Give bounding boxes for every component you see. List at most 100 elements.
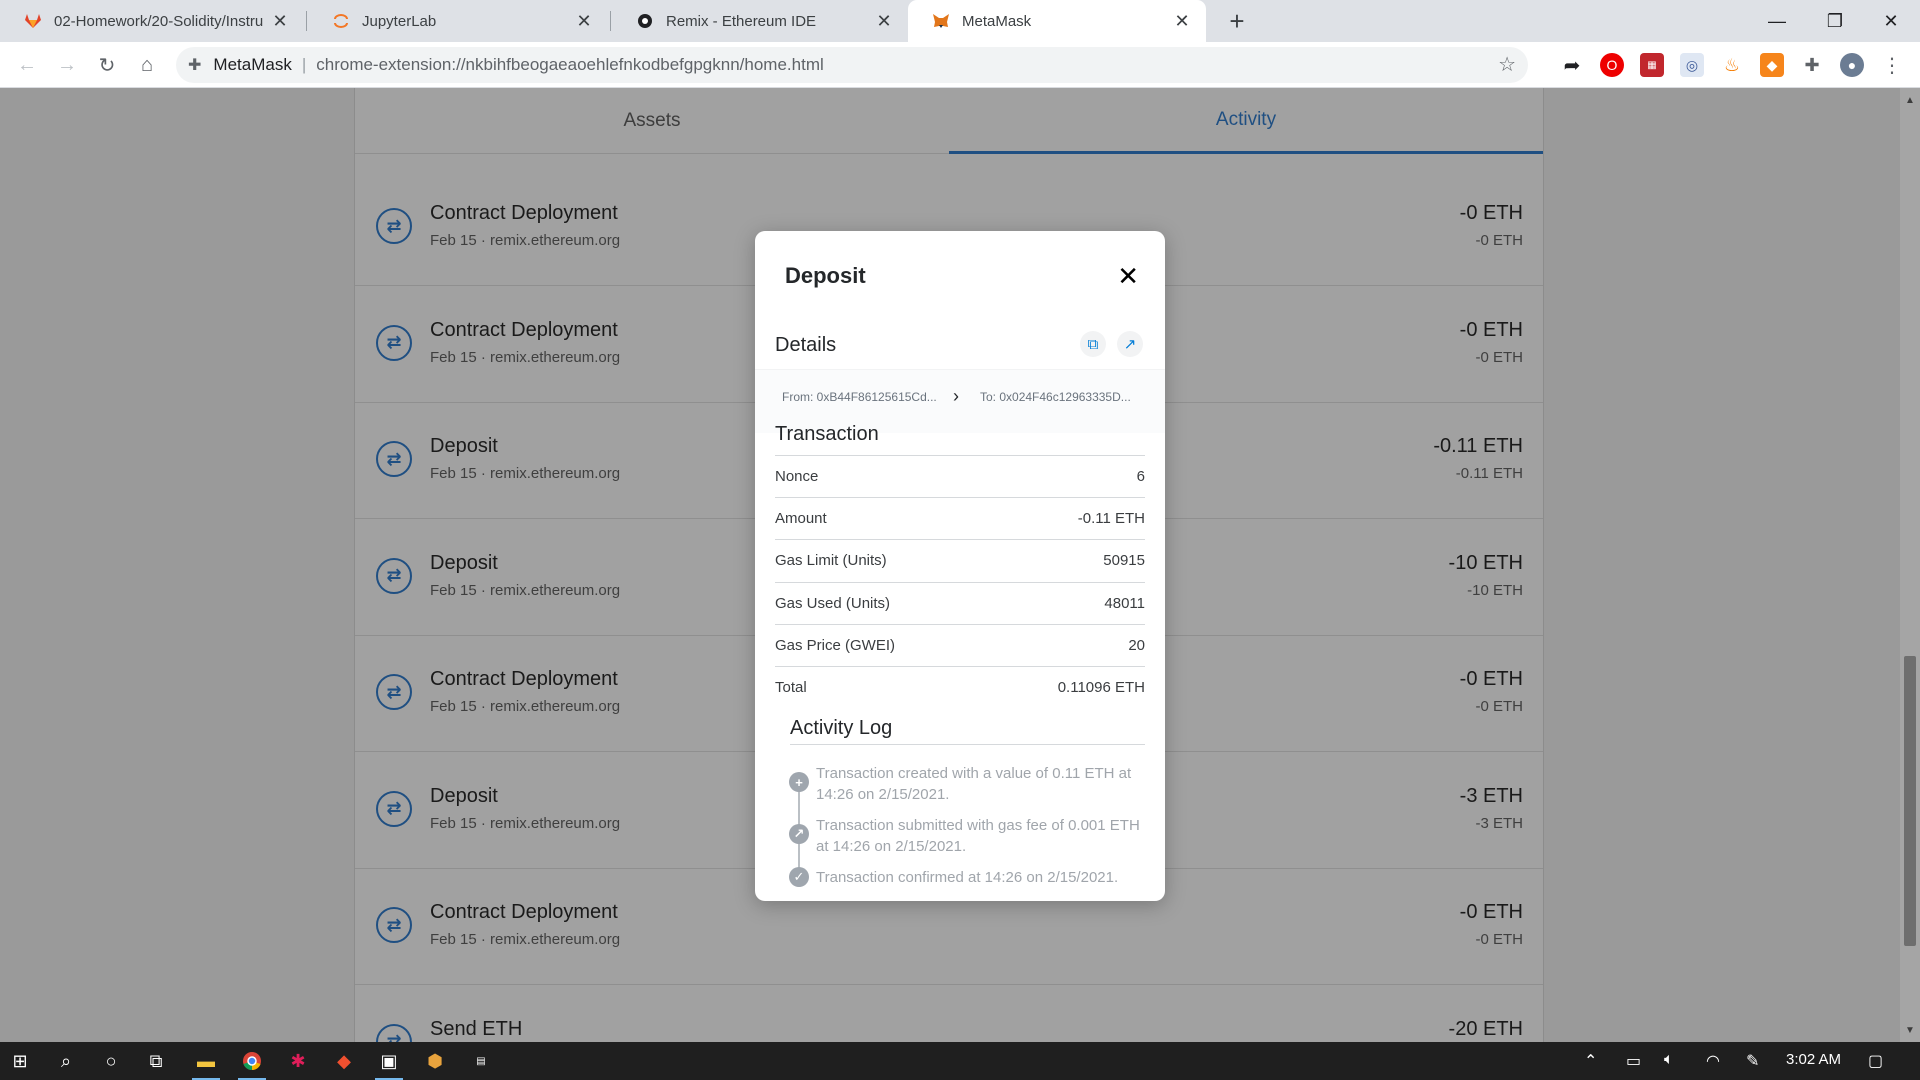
to-address[interactable]: To: 0x024F46c12963335D... [980, 390, 1131, 404]
detail-label: Amount [775, 510, 827, 528]
file-explorer-icon[interactable]: ▬ [188, 1047, 224, 1080]
search-icon[interactable]: ⌕ [48, 1047, 84, 1075]
transaction-date: Feb 15 [430, 348, 477, 366]
transaction-secondary-amount: -0.11 ETH [1455, 465, 1523, 482]
transaction-amount: -0 ETH [1459, 318, 1523, 341]
activity-log-entry: Transaction submitted with gas fee of 0.… [816, 817, 1140, 855]
notifications-icon[interactable]: ▢ [1868, 1051, 1883, 1071]
flame-icon[interactable]: ♨ [1720, 53, 1744, 77]
transaction-title: Deposit [430, 551, 498, 574]
address-divider: | [301, 55, 307, 74]
reload-button[interactable]: ↻ [92, 50, 122, 80]
transaction-amount: -0.11 ETH [1433, 435, 1523, 457]
detail-value: 6 [1136, 468, 1145, 485]
windows-start-icon[interactable]: ⊞ [2, 1047, 38, 1075]
copy-icon[interactable]: ⧉ [1080, 331, 1106, 357]
transaction-date: Feb 15 [430, 465, 477, 482]
external-link-icon[interactable]: ↗ [1117, 331, 1143, 357]
tab-assets[interactable]: Assets [355, 88, 949, 154]
close-tab-icon[interactable]: ✕ [574, 11, 594, 31]
close-tab-icon[interactable]: ✕ [270, 11, 290, 31]
show-hidden-icons-chevron-icon[interactable]: ⌃ [1584, 1051, 1597, 1071]
from-address[interactable]: From: 0xB44F86125615Cd... [782, 390, 937, 404]
details-heading: Details [775, 334, 837, 356]
taskbar-clock[interactable]: 3:02 AM [1786, 1051, 1841, 1068]
extension-owl-icon[interactable]: ◎ [1680, 53, 1704, 77]
transaction-amount: -20 ETH [1448, 1017, 1523, 1040]
page-scrollbar[interactable]: ▲ ▼ [1900, 88, 1920, 1042]
transaction-swap-icon: ⇄ [376, 907, 412, 943]
slack-icon[interactable]: ✱ [280, 1047, 316, 1075]
address-url: chrome-extension://nkbihfbeogaeaoehlefnk… [316, 55, 824, 74]
close-tab-icon[interactable]: ✕ [874, 11, 894, 31]
git-icon[interactable]: ◆ [326, 1047, 362, 1075]
transaction-origin: remix.ethereum.org [490, 348, 621, 366]
gitlab-icon [25, 14, 41, 28]
extension-red-icon[interactable]: ▦ [1640, 53, 1664, 77]
detail-row: Nonce 6 [775, 455, 1145, 497]
pen-icon[interactable]: ✎ [1746, 1051, 1759, 1071]
chrome-icon[interactable] [234, 1047, 270, 1080]
transaction-heading: Transaction [775, 423, 879, 445]
confirmed-check-icon: ✓ [789, 867, 809, 887]
minimize-button[interactable]: — [1748, 0, 1806, 42]
opera-icon[interactable]: O [1600, 53, 1624, 77]
metamask-extension-icon[interactable]: ◆ [1760, 53, 1784, 77]
scroll-down-arrow-icon[interactable]: ▼ [1905, 1026, 1915, 1036]
tab-title: MetaMask [962, 12, 1032, 30]
remix-icon [638, 14, 652, 28]
package-icon[interactable]: ⬢ [417, 1047, 453, 1075]
close-window-button[interactable]: ✕ [1862, 0, 1920, 42]
close-icon[interactable]: ✕ [1117, 261, 1139, 292]
detail-label: Gas Used (Units) [775, 594, 891, 612]
transaction-secondary-amount: -10 ETH [1467, 581, 1523, 599]
transaction-row[interactable]: ⇄ Send ETH -20 ETH [355, 986, 1543, 1042]
transaction-date: Feb 15 [430, 581, 477, 599]
new-tab-button[interactable]: + [1222, 6, 1252, 36]
transaction-title: Contract Deployment [430, 901, 618, 923]
tab-activity[interactable]: Activity [949, 88, 1543, 154]
transaction-secondary-amount: -0 ETH [1475, 931, 1523, 948]
share-arrow-icon[interactable]: ➦ [1560, 53, 1584, 77]
transaction-date: Feb 15 [430, 931, 477, 948]
subtitle-separator: · [480, 698, 486, 715]
scroll-up-arrow-icon[interactable]: ▲ [1905, 96, 1915, 106]
tab-remix[interactable]: Remix - Ethereum IDE ✕ [612, 0, 908, 42]
scrollbar-thumb[interactable] [1904, 656, 1916, 946]
transaction-details-modal: Deposit ✕ Details ⧉ ↗ From: 0xB44F861256… [755, 231, 1165, 901]
battery-icon[interactable]: ▭ [1626, 1051, 1641, 1071]
transaction-origin: remix.ethereum.org [490, 931, 621, 948]
tab-gitlab[interactable]: 02-Homework/20-Solidity/Instru ✕ [0, 0, 304, 42]
transaction-subtitle: Feb 15 · remix.ethereum.org [430, 931, 620, 948]
detail-row: Total 0.11096 ETH [775, 666, 1145, 708]
browser-menu-icon[interactable]: ⋮ [1880, 53, 1904, 77]
detail-row: Gas Limit (Units) 50915 [775, 539, 1145, 581]
transaction-origin: remix.ethereum.org [490, 814, 621, 832]
transaction-origin: remix.ethereum.org [490, 581, 621, 599]
task-view-icon[interactable]: ⧉ [138, 1047, 174, 1075]
tab-metamask[interactable]: MetaMask ✕ [908, 0, 1206, 42]
subtitle-separator: · [480, 581, 486, 599]
bookmark-star-icon[interactable]: ☆ [1498, 52, 1516, 77]
home-button[interactable]: ⌂ [132, 50, 162, 80]
browser-toolbar: ← → ↻ ⌂ ✚ MetaMask | chrome-extension://… [0, 42, 1920, 88]
restore-button[interactable]: ❐ [1806, 0, 1864, 42]
subtitle-separator: · [480, 232, 486, 249]
forward-button[interactable]: → [52, 50, 82, 80]
profile-avatar[interactable]: ● [1840, 53, 1864, 77]
cortana-icon[interactable]: ○ [93, 1047, 129, 1075]
close-tab-icon[interactable]: ✕ [1172, 11, 1192, 31]
transaction-title: Deposit [430, 435, 498, 457]
transaction-subtitle: Feb 15 · remix.ethereum.org [430, 465, 620, 482]
terminal-icon[interactable]: ▣ [371, 1047, 407, 1080]
wifi-icon[interactable]: ◠ [1706, 1051, 1720, 1071]
volume-icon[interactable]: 🔈︎ [1664, 1051, 1674, 1069]
back-button[interactable]: ← [12, 50, 42, 80]
tab-jupyterlab[interactable]: JupyterLab ✕ [308, 0, 608, 42]
transaction-subtitle: Feb 15 · remix.ethereum.org [430, 232, 620, 249]
address-origin: MetaMask [213, 55, 292, 74]
address-bar[interactable]: ✚ MetaMask | chrome-extension://nkbihfbe… [176, 47, 1528, 83]
tab-separator [610, 11, 611, 31]
extensions-puzzle-icon[interactable]: ✚ [1800, 53, 1824, 77]
prime-video-icon[interactable]: ▤ [463, 1047, 499, 1075]
